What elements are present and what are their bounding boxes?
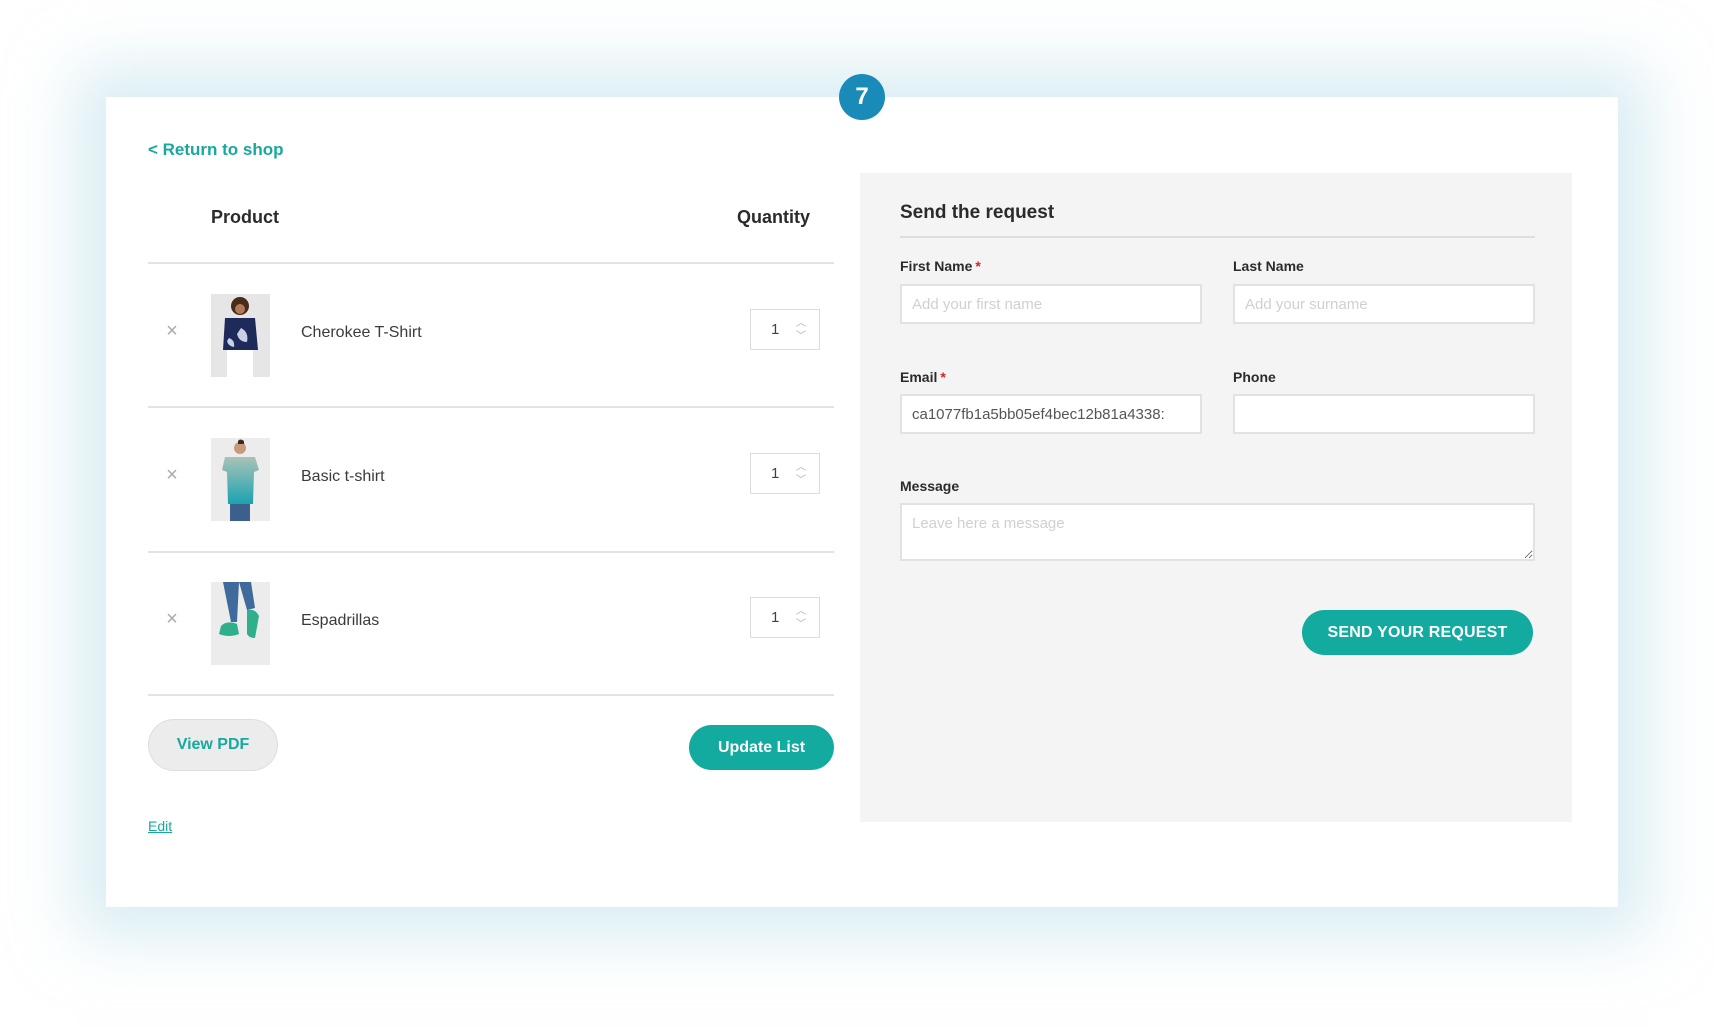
step-badge: 7 [839, 74, 885, 120]
first-name-label-text: First Name [900, 258, 973, 274]
send-request-button[interactable]: SEND YOUR REQUEST [1302, 610, 1533, 655]
quantity-stepper[interactable]: 1 ︿ ﹀ [750, 453, 820, 494]
email-label: Email * [900, 369, 946, 385]
message-textarea[interactable] [900, 503, 1535, 561]
last-name-input[interactable] [1233, 284, 1535, 324]
form-title-divider [900, 236, 1535, 238]
product-column-header: Product [211, 207, 280, 227]
product-name: Cherokee T-Shirt [301, 324, 422, 341]
close-icon[interactable]: × [163, 321, 181, 341]
phone-label: Phone [1233, 369, 1276, 385]
table-row: × Espadrillas 1 ︿ ﹀ [148, 552, 834, 695]
first-name-label: First Name * [900, 258, 981, 274]
table-row: × Cherokee T-Shirt 1 ︿ ﹀ [148, 264, 834, 407]
form-title: Send the request [900, 202, 1055, 223]
chevron-up-icon[interactable]: ︿ [795, 317, 807, 330]
email-label-text: Email [900, 369, 938, 385]
product-name: Espadrillas [301, 612, 380, 629]
edit-link[interactable]: Edit [148, 818, 172, 834]
quantity-value[interactable]: 1 [771, 465, 779, 482]
last-name-label: Last Name [1233, 258, 1304, 274]
required-marker: * [975, 258, 981, 274]
quantity-value[interactable]: 1 [771, 609, 779, 626]
phone-input[interactable] [1233, 394, 1535, 434]
product-name: Basic t-shirt [301, 468, 385, 485]
chevron-down-icon[interactable]: ﹀ [795, 474, 807, 487]
email-input[interactable] [900, 394, 1202, 434]
quantity-stepper[interactable]: 1 ︿ ﹀ [750, 597, 820, 638]
chevron-down-icon[interactable]: ﹀ [795, 330, 807, 343]
return-to-shop-link[interactable]: < Return to shop [148, 140, 284, 160]
table-row: × Basic t-shirt 1 ︿ ﹀ [148, 408, 834, 551]
close-icon[interactable]: × [163, 465, 181, 485]
quantity-stepper[interactable]: 1 ︿ ﹀ [750, 309, 820, 350]
product-image-basic-t-shirt [211, 438, 270, 521]
required-marker: * [940, 369, 946, 385]
quantity-column-header: Quantity [737, 207, 811, 227]
product-image-cherokee-t-shirt [211, 294, 270, 377]
table-bottom-divider [148, 694, 834, 696]
close-icon[interactable]: × [163, 609, 181, 629]
view-pdf-button[interactable]: View PDF [148, 719, 278, 771]
first-name-input[interactable] [900, 284, 1202, 324]
product-image-espadrillas [211, 582, 270, 665]
chevron-down-icon[interactable]: ﹀ [795, 618, 807, 631]
chevron-up-icon[interactable]: ︿ [795, 461, 807, 474]
chevron-up-icon[interactable]: ︿ [795, 605, 807, 618]
message-label: Message [900, 478, 960, 494]
quantity-value[interactable]: 1 [771, 321, 779, 338]
update-list-button[interactable]: Update List [689, 725, 834, 770]
